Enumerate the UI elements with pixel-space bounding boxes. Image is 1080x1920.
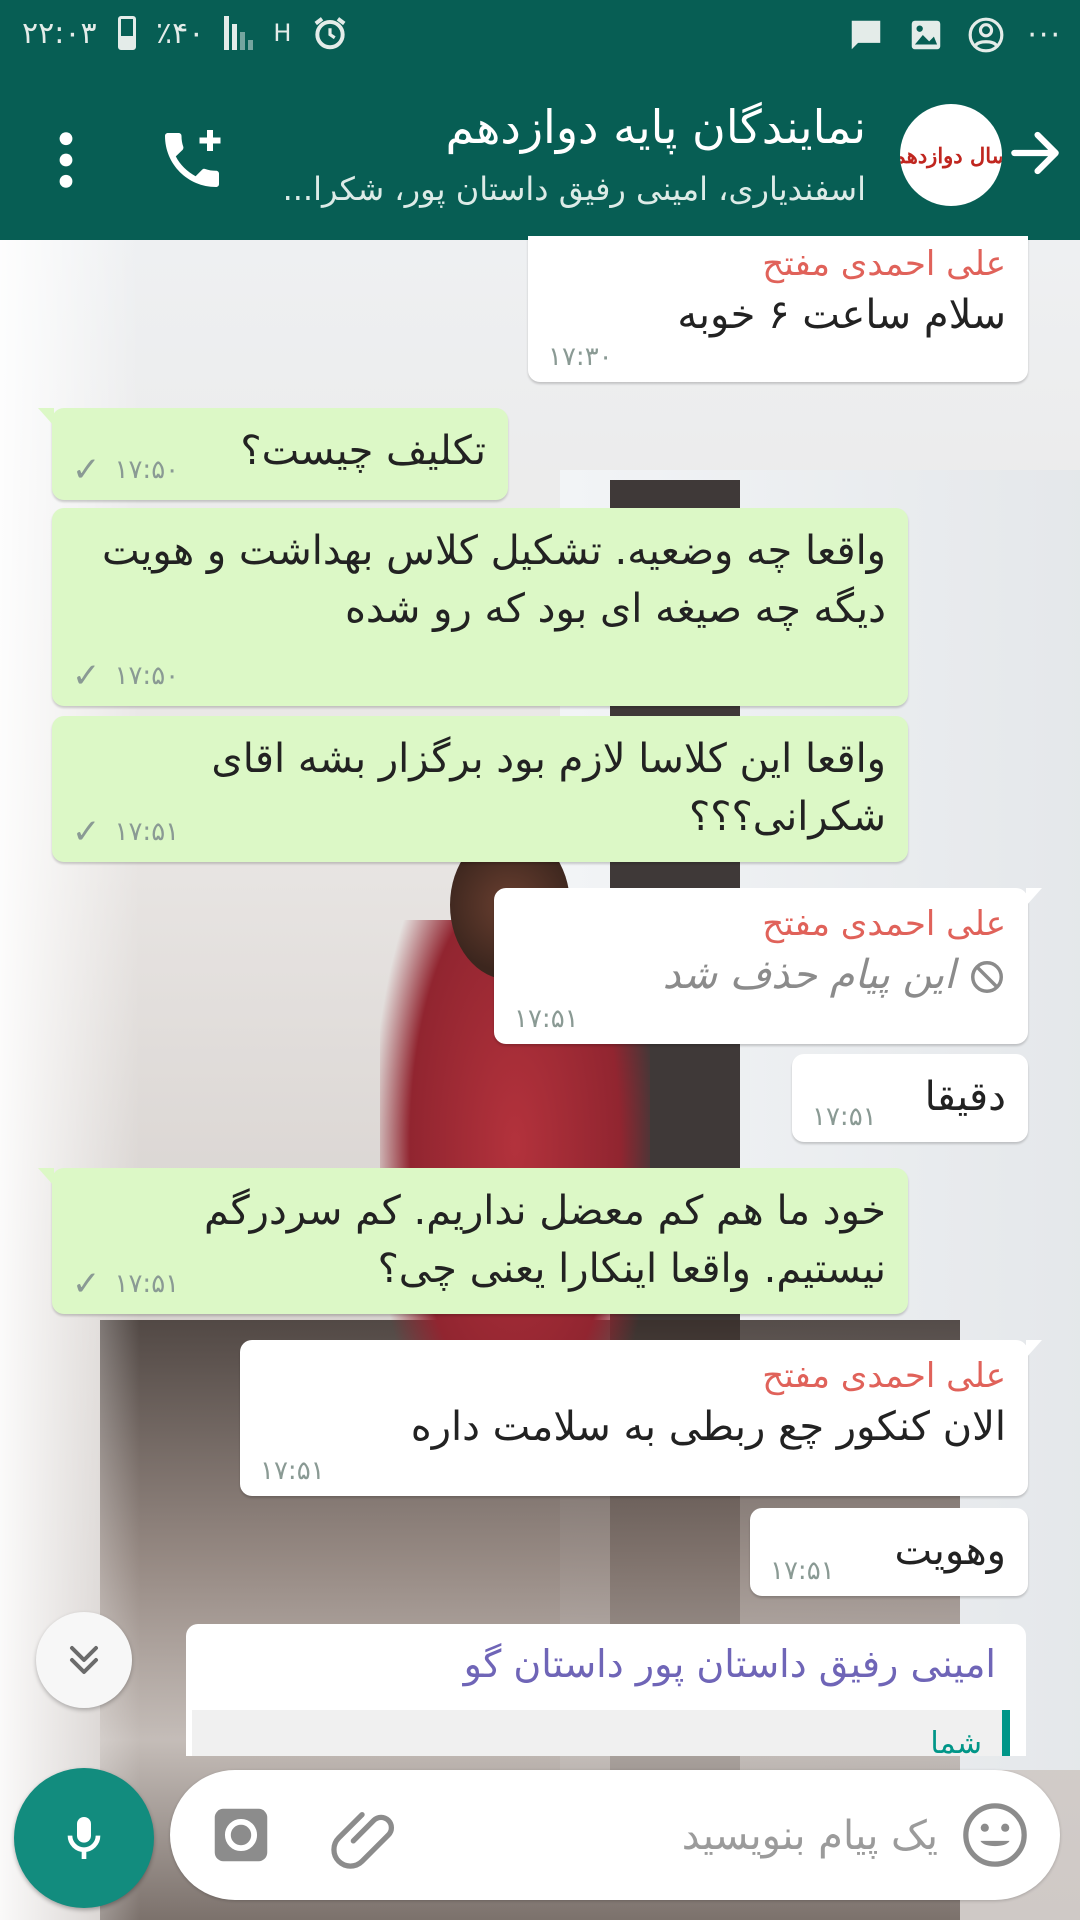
message-sender: علی احمدی مفتح (762, 1356, 1006, 1396)
message-time: ۱۷:۵۰ (114, 661, 180, 691)
sent-check-icon: ✓ (72, 812, 101, 852)
battery-icon (118, 16, 136, 50)
message-outgoing[interactable]: واقعا چه وضعیه. تشکیل کلاس بهداشت و هویت… (52, 508, 908, 706)
message-outgoing[interactable]: واقعا این کلاسا لازم بود برگزار بشه اقای… (52, 716, 908, 862)
battery-percent: ٪۴۰ (156, 15, 205, 51)
voice-record-button[interactable] (14, 1768, 154, 1908)
message-time: ۱۷:۵۱ (812, 1102, 877, 1132)
message-outgoing[interactable]: خود ما هم کم معضل نداریم. کم سردرگم نیست… (38, 1168, 908, 1314)
message-incoming[interactable]: دقیقا ۱۷:۵۱ (792, 1054, 1028, 1142)
message-time: ۱۷:۵۰ (114, 455, 180, 485)
status-bar: ۲۲:۰۳ ٪۴۰ H ··· (0, 0, 1080, 72)
message-time: ۱۷:۵۱ (260, 1456, 325, 1486)
message-time: ۱۷:۵۱ (114, 1269, 180, 1299)
deleted-message: این پیام حذف شد (663, 946, 1006, 1004)
message-with-reply[interactable]: امینی رفیق داستان پور داستان گو شما (186, 1624, 1026, 1756)
microphone-icon (67, 1817, 101, 1859)
emoji-icon[interactable] (960, 1800, 1030, 1870)
message-composer (170, 1770, 1060, 1900)
avatar-logo-text: سال دوازدهم (900, 142, 1002, 168)
message-text: واقعا چه وضعیه. تشکیل کلاس بهداشت و هویت… (102, 528, 886, 632)
reply-author: شما (930, 1726, 982, 1756)
image-icon (912, 20, 941, 50)
account-icon (968, 17, 1004, 53)
more-options-icon[interactable] (46, 128, 86, 192)
camera-icon[interactable] (206, 1800, 276, 1870)
message-text: وهویت (894, 1528, 1006, 1574)
group-title[interactable]: نمایندگان پایه دوازدهم (445, 100, 866, 154)
sent-check-icon: ✓ (72, 656, 101, 696)
message-icon (852, 20, 881, 50)
message-text: دقیقا (924, 1074, 1006, 1120)
sent-check-icon: ✓ (72, 1264, 101, 1304)
scroll-to-bottom-button[interactable] (36, 1612, 132, 1708)
message-text: خود ما هم کم معضل نداریم. کم سردرگم نیست… (204, 1188, 886, 1292)
deleted-message-text: این پیام حذف شد (662, 952, 956, 998)
message-incoming[interactable]: علی احمدی مفتح الان کنکور چع ربطی به سلا… (240, 1340, 1042, 1496)
reply-preview[interactable]: شما (192, 1710, 1010, 1756)
message-incoming[interactable]: وهویت ۱۷:۵۱ (750, 1508, 1028, 1596)
status-time: ۲۲:۰۳ (22, 16, 97, 51)
message-input[interactable] (416, 1800, 940, 1872)
message-time: ۱۷:۵۱ (114, 817, 180, 847)
message-sender: علی احمدی مفتح (762, 244, 1006, 284)
message-text: الان کنکور چع ربطی به سلامت داره (410, 1404, 1006, 1450)
blocked-icon (971, 961, 1003, 993)
message-outgoing[interactable]: تکلیف چیست؟ ✓ ۱۷:۵۰ (38, 408, 508, 500)
message-text: واقعا این کلاسا لازم بود برگزار بشه اقای… (211, 736, 886, 840)
attachment-icon[interactable] (330, 1800, 400, 1870)
group-members[interactable]: اسفندیاری، امینی رفیق داستان پور، شکرا..… (283, 170, 866, 208)
back-arrow-icon[interactable] (1004, 122, 1066, 184)
message-incoming[interactable]: علی احمدی مفتح سلام ساعت ۶ خوبه ۱۷:۳۰ (528, 236, 1028, 382)
more-icon: ··· (1027, 17, 1062, 53)
network-type: H (273, 19, 292, 47)
sent-check-icon: ✓ (72, 450, 101, 490)
signal-icon (224, 16, 254, 50)
message-incoming[interactable]: علی احمدی مفتح این پیام حذف شد ۱۷:۵۱ (494, 888, 1042, 1044)
message-text: تکلیف چیست؟ (240, 428, 486, 474)
message-sender: علی احمدی مفتح (762, 904, 1006, 944)
add-call-icon[interactable] (156, 124, 228, 196)
message-time: ۱۷:۵۱ (514, 1004, 579, 1034)
message-text: سلام ساعت ۶ خوبه (677, 292, 1006, 338)
alarm-icon (314, 17, 346, 50)
message-sender: امینی رفیق داستان پور داستان گو (463, 1642, 996, 1686)
group-avatar[interactable]: سال دوازدهم (900, 104, 1002, 206)
message-time: ۱۷:۵۱ (770, 1556, 835, 1586)
double-chevron-down-icon (70, 1646, 98, 1674)
message-time: ۱۷:۳۰ (548, 342, 613, 372)
chat-header: سال دوازدهم نمایندگان پایه دوازدهم اسفند… (0, 72, 1080, 240)
